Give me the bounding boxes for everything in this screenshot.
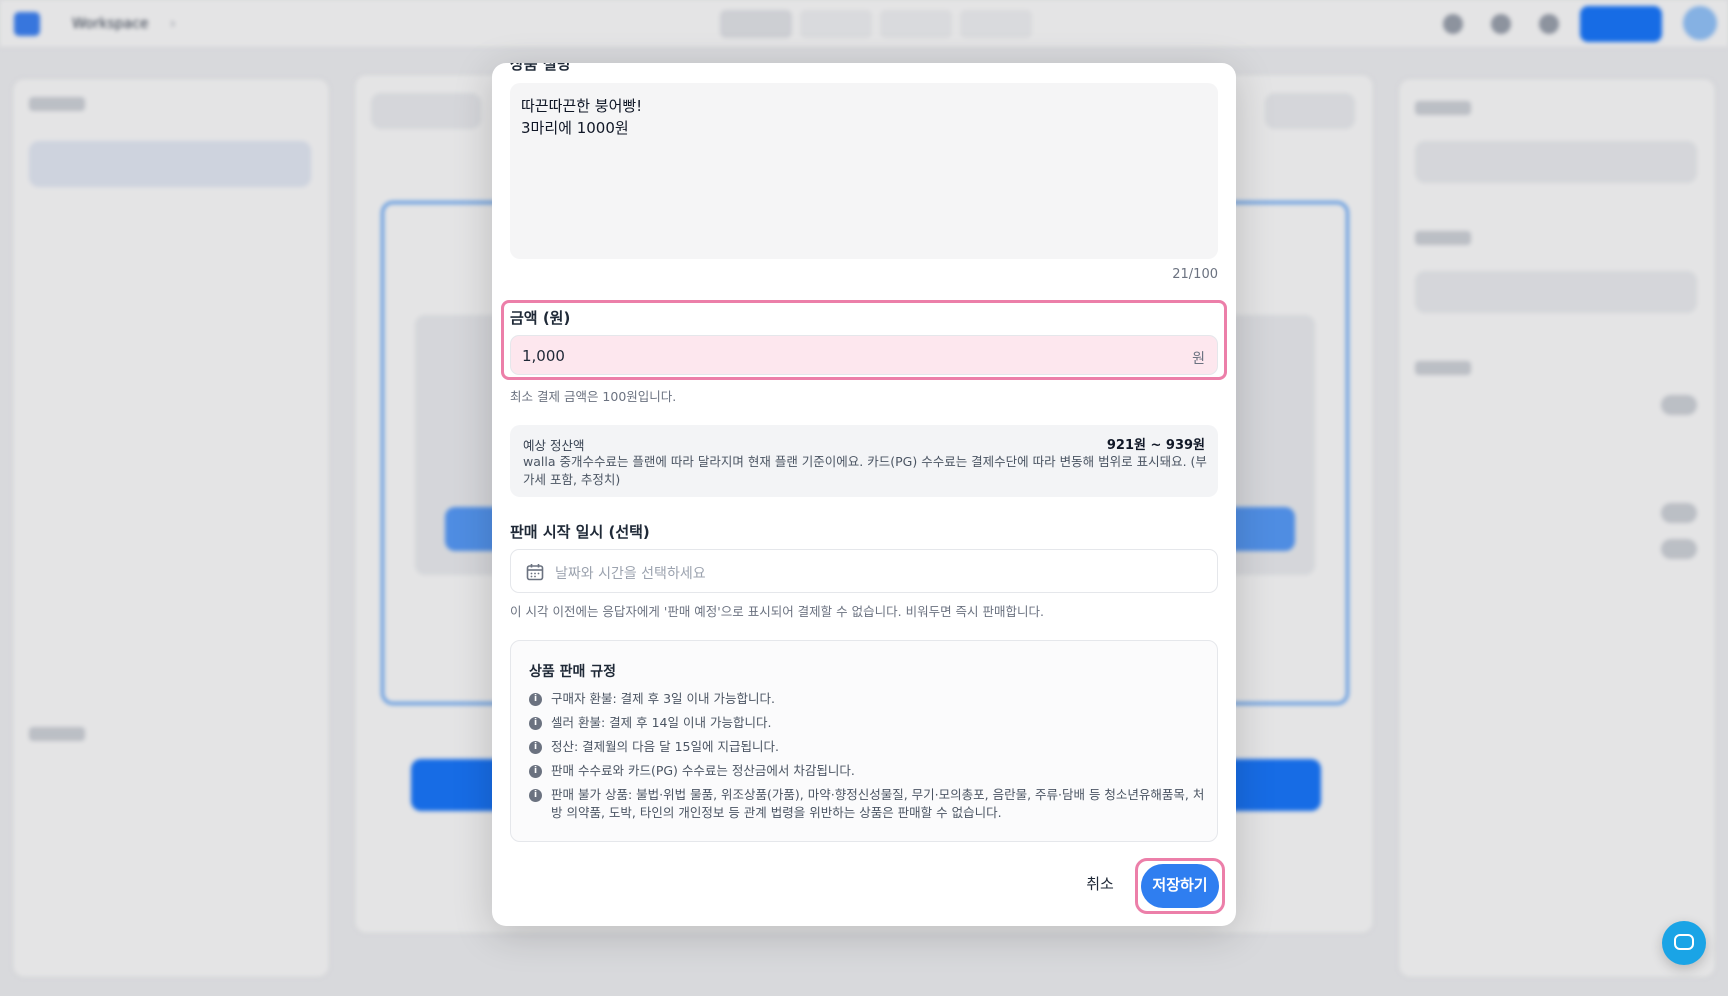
min-price-note: 최소 결제 금액은 100원입니다. [510, 389, 677, 404]
sale-start-label: 판매 시작 일시 (선택) [510, 523, 650, 541]
rule-item: i 구매자 환불: 결제 후 3일 이내 가능합니다. [529, 690, 1207, 708]
sales-rules-title: 상품 판매 규정 [529, 664, 617, 680]
settlement-estimate: 예상 정산액 921원 ~ 939원 walla 중개수수료는 플랜에 따라 달… [510, 425, 1218, 497]
description-line-2: 3마리에 1000원 [521, 119, 629, 137]
product-edit-modal: 상품 설명 따끈따끈한 붕어빵! 3마리에 1000원 21/100 금액 (원… [492, 63, 1236, 926]
description-label: 상품 설명 [510, 63, 571, 73]
calendar-icon [526, 564, 544, 581]
info-icon: i [529, 789, 542, 802]
price-value: 1,000 [522, 347, 565, 365]
rule-item: i 판매 수수료와 카드(PG) 수수료는 정산금에서 차감됩니다. [529, 762, 1207, 780]
chat-icon [1674, 934, 1694, 950]
rule-item: i 셀러 환불: 결제 후 14일 이내 가능합니다. [529, 714, 1207, 732]
price-unit: 원 [1192, 351, 1205, 367]
info-icon: i [529, 765, 542, 778]
sale-start-placeholder: 날짜와 시간을 선택하세요 [555, 566, 706, 582]
settlement-description: walla 중개수수료는 플랜에 따라 달라지며 현재 플랜 기준이에요. 카드… [523, 454, 1207, 487]
sale-start-datetime-input[interactable]: 날짜와 시간을 선택하세요 [510, 549, 1218, 593]
cancel-button[interactable]: 취소 [1078, 870, 1122, 900]
info-icon: i [529, 693, 542, 706]
info-icon: i [529, 741, 542, 754]
char-count: 21/100 [1172, 267, 1218, 282]
settlement-amount: 921원 ~ 939원 [1106, 438, 1205, 453]
price-input[interactable]: 1,000 원 [510, 335, 1218, 375]
sales-rules: 상품 판매 규정 i 구매자 환불: 결제 후 3일 이내 가능합니다. i 셀… [510, 640, 1218, 842]
rule-item: i 정산: 결제월의 다음 달 15일에 지급됩니다. [529, 738, 1207, 756]
rule-item: i 판매 불가 상품: 불법·위법 물품, 위조상품(가품), 마약·향정신성물… [529, 786, 1207, 822]
sale-start-note: 이 시각 이전에는 응답자에게 '판매 예정'으로 표시되어 결제할 수 없습니… [510, 604, 1045, 619]
description-line-1: 따끈따끈한 붕어빵! [521, 97, 643, 115]
save-button[interactable]: 저장하기 [1141, 864, 1219, 908]
info-icon: i [529, 717, 542, 730]
settlement-title: 예상 정산액 [523, 438, 585, 453]
description-textarea[interactable]: 따끈따끈한 붕어빵! 3마리에 1000원 [510, 83, 1218, 259]
price-label: 금액 (원) [510, 309, 571, 327]
chat-button[interactable] [1662, 921, 1706, 965]
